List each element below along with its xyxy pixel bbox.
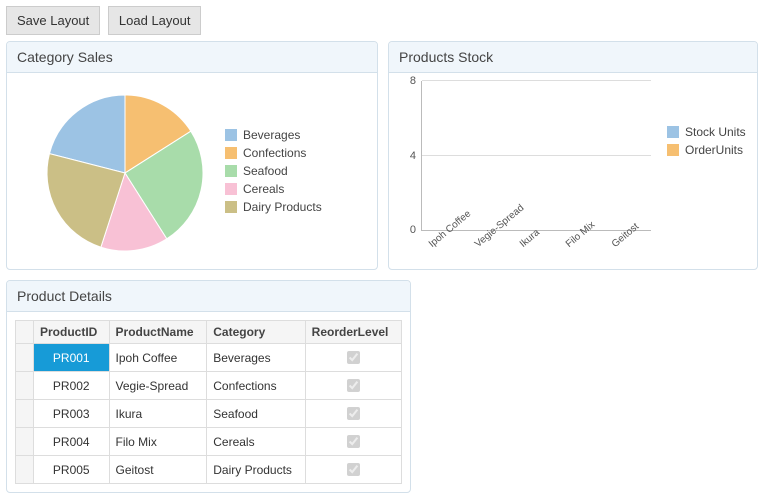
cell-productid[interactable]: PR003 [34,400,110,428]
legend-item-order: OrderUnits [667,143,746,157]
table-row[interactable]: PR005GeitostDairy Products [16,456,402,484]
swatch-icon [225,201,237,213]
table-row[interactable]: PR003IkuraSeafood [16,400,402,428]
panel-products-stock: Products Stock 0 4 8 Ipoh Coffee Vegie-S… [388,41,758,270]
y-tick: 8 [410,75,416,87]
y-tick: 4 [410,150,416,162]
legend-item-seafood: Seafood [225,164,322,178]
cell-category[interactable]: Beverages [207,344,305,372]
cell-category[interactable]: Confections [207,372,305,400]
reorder-checkbox[interactable] [347,351,360,364]
row-selector-cell[interactable] [16,456,34,484]
panel-title-products-stock: Products Stock [389,42,757,73]
panel-title-category-sales: Category Sales [7,42,377,73]
product-details-table: ProductID ProductName Category ReorderLe… [15,320,402,484]
y-tick: 0 [410,224,416,236]
reorder-checkbox[interactable] [347,407,360,420]
cell-reorderlevel[interactable] [305,344,401,372]
row-selector-cell[interactable] [16,400,34,428]
swatch-icon [667,144,679,156]
row-selector-cell[interactable] [16,372,34,400]
cell-productname[interactable]: Filo Mix [109,428,207,456]
panel-title-product-details: Product Details [7,281,410,312]
cell-category[interactable]: Seafood [207,400,305,428]
cell-productid[interactable]: PR005 [34,456,110,484]
reorder-checkbox[interactable] [347,379,360,392]
cell-reorderlevel[interactable] [305,400,401,428]
pie-legend: Beverages Confections Seafood Cereals Da… [225,124,322,218]
cell-productid[interactable]: PR002 [34,372,110,400]
legend-item-dairy: Dairy Products [225,200,322,214]
reorder-checkbox[interactable] [347,463,360,476]
table-row[interactable]: PR002Vegie-SpreadConfections [16,372,402,400]
cell-productname[interactable]: Vegie-Spread [109,372,207,400]
cell-category[interactable]: Cereals [207,428,305,456]
cell-productid[interactable]: PR004 [34,428,110,456]
reorder-checkbox[interactable] [347,435,360,448]
cell-productname[interactable]: Ikura [109,400,207,428]
row-selector-cell[interactable] [16,344,34,372]
table-row[interactable]: PR004Filo MixCereals [16,428,402,456]
legend-item-stock: Stock Units [667,125,746,139]
cell-productid[interactable]: PR001 [34,344,110,372]
bar-chart: 0 4 8 Ipoh Coffee Vegie-Spread Ikura Fil… [421,81,651,231]
pie-chart [15,81,225,261]
swatch-icon [667,126,679,138]
cell-reorderlevel[interactable] [305,372,401,400]
legend-item-confections: Confections [225,146,322,160]
cell-reorderlevel[interactable] [305,428,401,456]
bar-legend: Stock Units OrderUnits [667,81,746,231]
cell-productname[interactable]: Ipoh Coffee [109,344,207,372]
legend-item-beverages: Beverages [225,128,322,142]
swatch-icon [225,129,237,141]
legend-item-cereals: Cereals [225,182,322,196]
col-header-productid[interactable]: ProductID [34,321,110,344]
table-row[interactable]: PR001Ipoh CoffeeBeverages [16,344,402,372]
cell-reorderlevel[interactable] [305,456,401,484]
load-layout-button[interactable]: Load Layout [108,6,202,35]
cell-category[interactable]: Dairy Products [207,456,305,484]
cell-productname[interactable]: Geitost [109,456,207,484]
col-header-category[interactable]: Category [207,321,305,344]
panel-product-details: Product Details ProductID ProductName Ca… [6,280,411,493]
col-header-productname[interactable]: ProductName [109,321,207,344]
panel-category-sales: Category Sales Beverages Confections Sea… [6,41,378,270]
swatch-icon [225,165,237,177]
row-selector-header [16,321,34,344]
swatch-icon [225,183,237,195]
swatch-icon [225,147,237,159]
row-selector-cell[interactable] [16,428,34,456]
save-layout-button[interactable]: Save Layout [6,6,100,35]
col-header-reorderlevel[interactable]: ReorderLevel [305,321,401,344]
toolbar: Save Layout Load Layout [6,6,773,35]
